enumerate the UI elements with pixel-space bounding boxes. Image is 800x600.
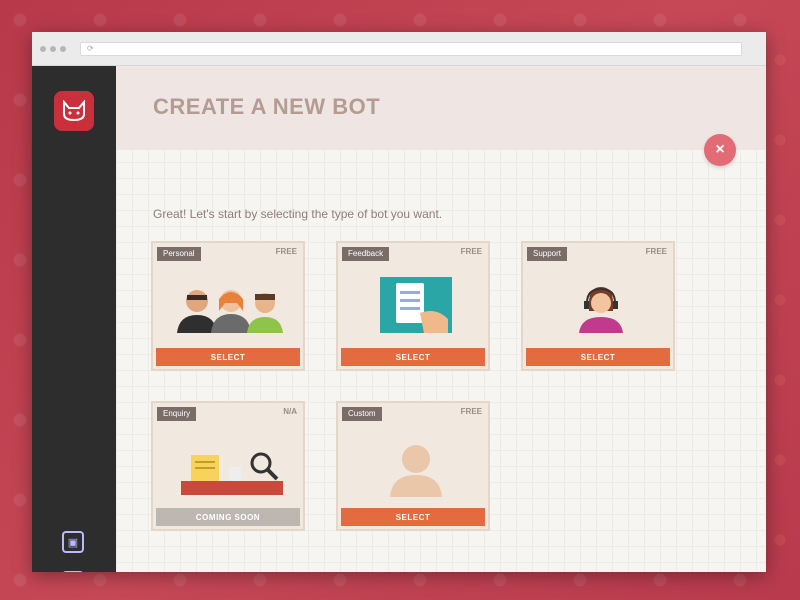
bot-card-feedback[interactable]: Feedback FREE SELECT [336, 241, 490, 371]
select-button[interactable]: SELECT [526, 348, 670, 366]
card-tag: Personal [157, 247, 201, 261]
card-badge: FREE [460, 407, 482, 416]
close-icon: × [715, 141, 725, 158]
coming-soon-button: COMING SOON [156, 508, 300, 526]
card-tag: Custom [342, 407, 382, 421]
support-agent-illustration [571, 281, 631, 333]
browser-window: ⟳ ▣ ▢ CREATE A NEW BOT × Great! Let's st… [32, 32, 766, 572]
bot-card-personal[interactable]: Personal FREE SELECT [151, 241, 305, 371]
window-dot[interactable] [60, 45, 66, 52]
page-title: CREATE A NEW BOT [153, 94, 381, 119]
sidebar: ▣ ▢ [32, 66, 116, 572]
address-bar[interactable]: ⟳ [80, 41, 742, 56]
card-tag: Feedback [342, 247, 390, 261]
tablet-illustration [380, 277, 452, 333]
reload-icon[interactable]: ⟳ [87, 44, 94, 53]
card-tag: Enquiry [157, 407, 197, 421]
magnifier-desk-illustration [181, 447, 283, 495]
person-silhouette-illustration [386, 443, 446, 497]
people-group-illustration [169, 281, 293, 333]
card-tag: Support [527, 247, 568, 261]
bot-card-enquiry[interactable]: Enquiry N/A COMING SOON [151, 401, 305, 531]
main-panel: CREATE A NEW BOT × Great! Let's start by… [116, 66, 766, 572]
sidebar-exit-icon[interactable]: ▢ [62, 571, 84, 572]
window-controls [40, 45, 80, 52]
close-button[interactable]: × [704, 134, 736, 166]
select-button[interactable]: SELECT [341, 348, 485, 366]
sidebar-settings-icon[interactable]: ▣ [62, 531, 84, 553]
select-button[interactable]: SELECT [156, 348, 300, 366]
card-badge: N/A [283, 407, 297, 416]
sidebar-icon-glyph: ▣ [67, 536, 79, 549]
card-badge: FREE [460, 247, 482, 256]
cat-face-icon [63, 100, 85, 122]
intro-text: Great! Let's start by selecting the type… [153, 207, 443, 221]
page-header: CREATE A NEW BOT [116, 66, 766, 150]
window-dot[interactable] [50, 45, 56, 52]
bot-card-custom[interactable]: Custom FREE SELECT [336, 401, 490, 531]
window-dot[interactable] [40, 45, 46, 52]
select-button[interactable]: SELECT [341, 508, 485, 526]
card-badge: FREE [275, 247, 297, 256]
browser-toolbar: ⟳ [32, 32, 766, 66]
bot-card-support[interactable]: Support FREE SELECT [521, 241, 675, 371]
app-logo[interactable] [54, 91, 94, 131]
card-badge: FREE [645, 247, 667, 256]
